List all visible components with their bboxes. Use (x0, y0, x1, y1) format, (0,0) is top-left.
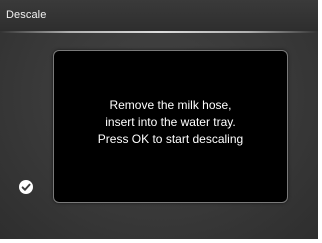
instruction-line-1: Remove the milk hose, (109, 98, 232, 112)
checkmark-icon (21, 183, 31, 191)
message-panel: Remove the milk hose, insert into the wa… (53, 50, 288, 203)
title-divider (0, 31, 318, 33)
instruction-message: Remove the milk hose, insert into the wa… (54, 97, 287, 148)
display-area: Descale Remove the milk hose, insert int… (0, 0, 318, 239)
confirm-button[interactable] (19, 180, 33, 194)
instruction-line-3: Press OK to start descaling (97, 132, 244, 146)
page-title: Descale (6, 9, 47, 21)
device-screen: Descale Remove the milk hose, insert int… (0, 0, 322, 243)
instruction-line-2: insert into the water tray. (105, 115, 236, 129)
title-bar: Descale (0, 0, 318, 31)
